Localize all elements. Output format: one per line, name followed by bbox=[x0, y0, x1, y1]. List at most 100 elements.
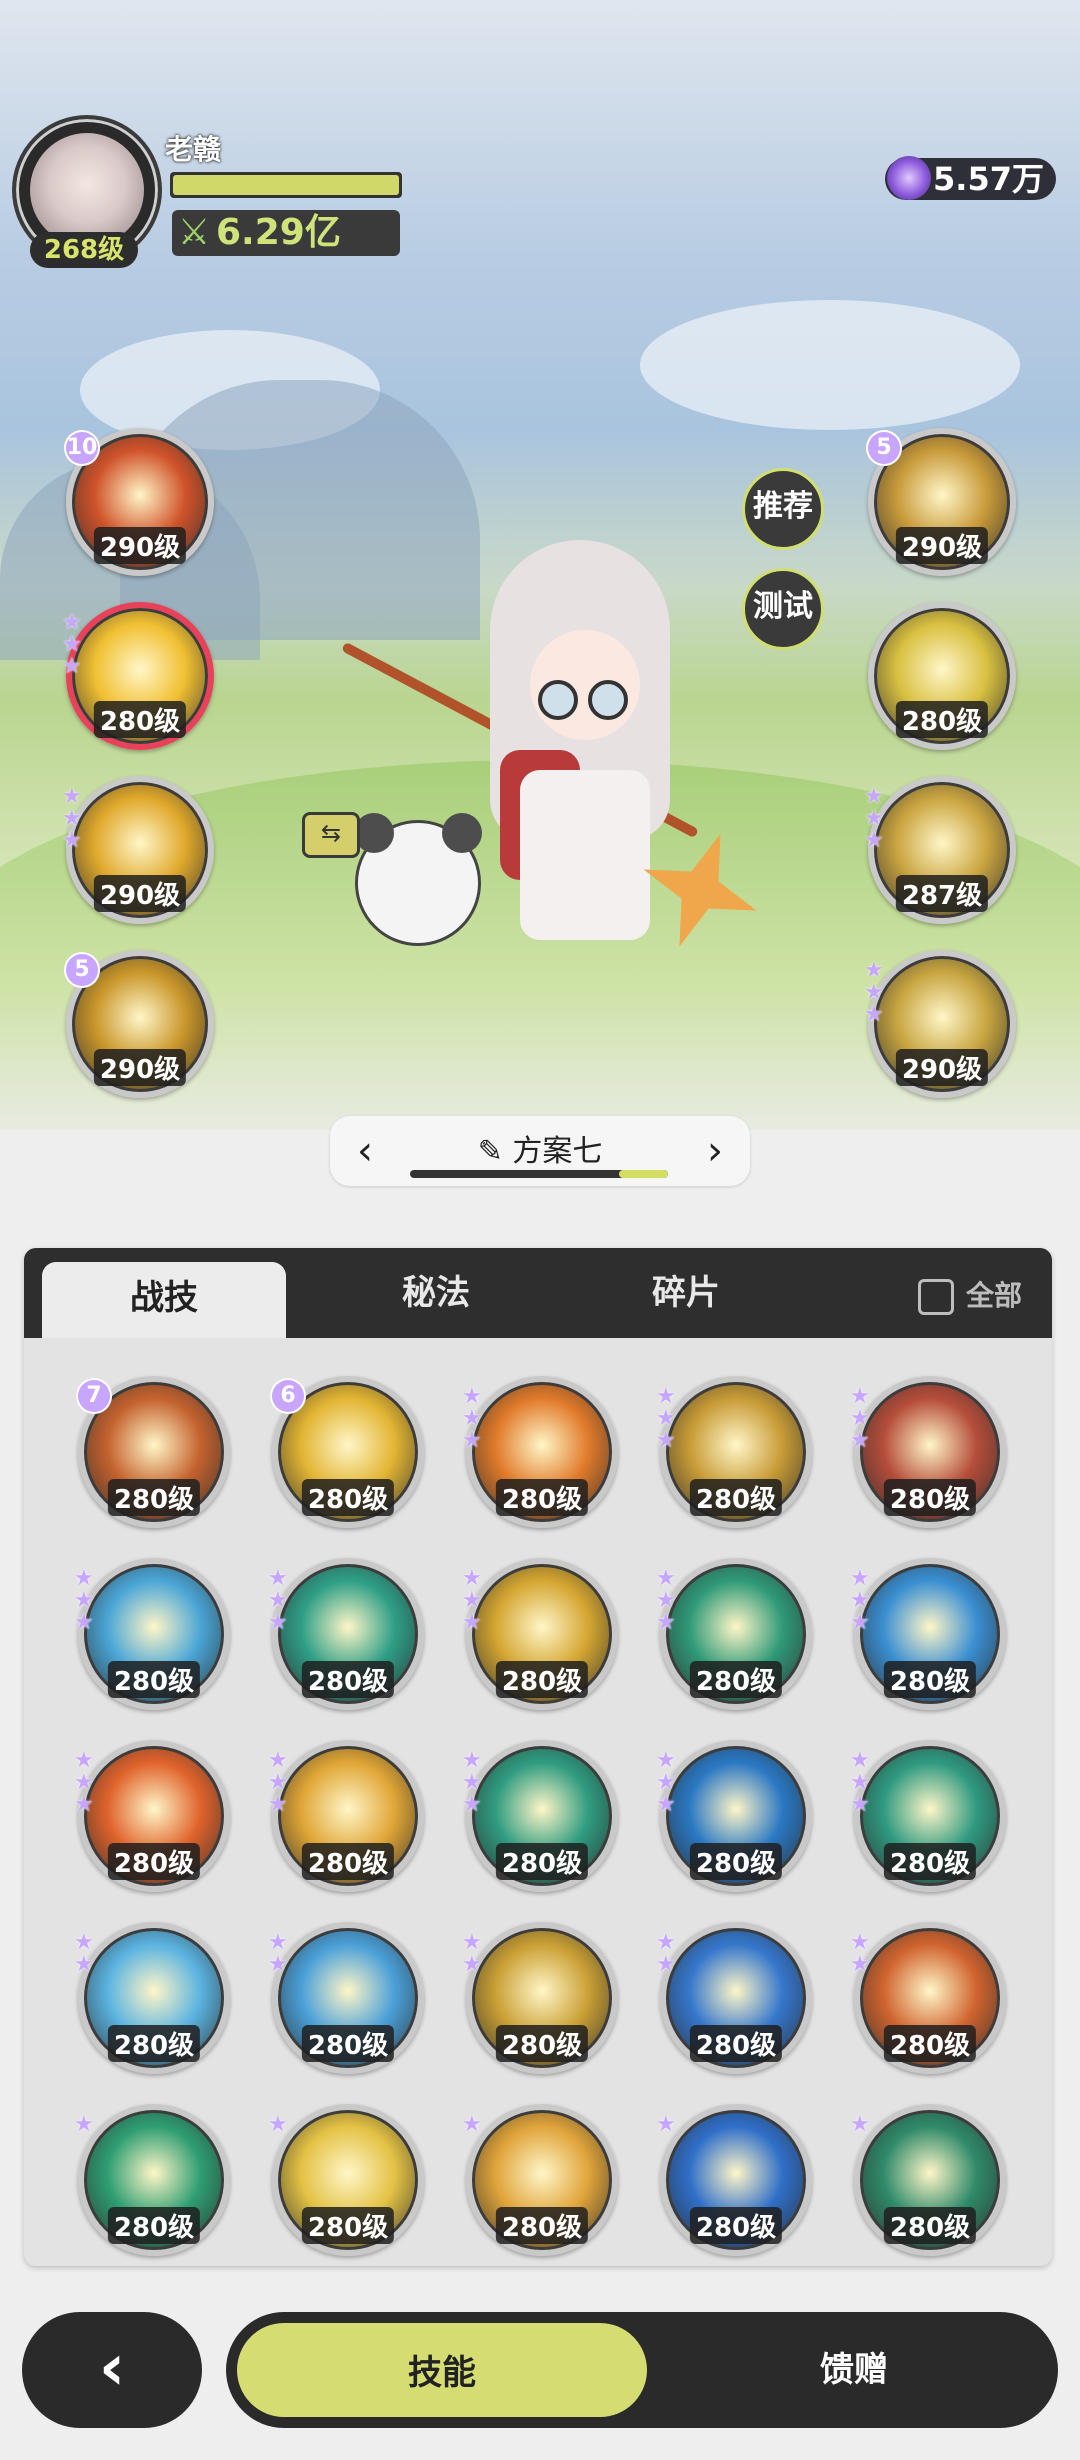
chevron-right-icon[interactable]: › bbox=[690, 1126, 740, 1176]
skill-icon[interactable]: ★ ★ 280级 bbox=[74, 1922, 230, 2074]
skill-level: 290级 bbox=[93, 1049, 187, 1086]
cloud bbox=[640, 300, 1020, 430]
back-button[interactable]: ‹ bbox=[22, 2312, 202, 2428]
checkbox-icon bbox=[917, 1279, 954, 1315]
skill-icon[interactable]: ★ 280级 bbox=[268, 2104, 424, 2256]
tab-bar: 战技 秘法 碎片 全部 bbox=[24, 1248, 1052, 1338]
skill-icon[interactable]: 10 290级 bbox=[64, 428, 214, 576]
skill-icon[interactable]: 280级 bbox=[868, 602, 1016, 750]
star-rank-icon: ★ ★ ★ bbox=[74, 1566, 94, 1635]
pet-panda[interactable] bbox=[354, 813, 482, 946]
skill-icon[interactable]: ★ ★ ★ 280级 bbox=[656, 1740, 812, 1892]
star-rank-icon: ★ bbox=[462, 2112, 482, 2137]
skill-level: 280级 bbox=[301, 1843, 395, 1880]
player-character[interactable] bbox=[470, 540, 690, 960]
skill-icon[interactable]: ★ ★ ★ 280级 bbox=[462, 1558, 618, 1710]
skill-icon[interactable]: 5 290级 bbox=[64, 950, 214, 1098]
skill-level: 280级 bbox=[107, 1661, 201, 1698]
skill-icon[interactable]: ★ ★ ★ 290级 bbox=[62, 776, 214, 924]
star-rank-icon: ★ ★ bbox=[74, 1930, 94, 1977]
skill-icon[interactable]: 5 290级 bbox=[866, 428, 1016, 576]
plan-progress-bar bbox=[410, 1170, 668, 1178]
avatar-portrait bbox=[30, 133, 144, 247]
skill-tier-badge: 10 bbox=[64, 430, 100, 466]
currency-display[interactable]: 5.57万 bbox=[885, 156, 1056, 200]
skill-level: 280级 bbox=[689, 1661, 783, 1698]
star-rank-icon: ★ ★ ★ bbox=[864, 958, 884, 1027]
skill-icon[interactable]: ★ 280级 bbox=[74, 2104, 230, 2256]
skill-level: 290级 bbox=[93, 875, 187, 912]
plan-selector: ‹ ✎ 方案七 › bbox=[330, 1116, 750, 1186]
tab-secret-arts[interactable]: 秘法 bbox=[314, 1248, 558, 1338]
nav-skills[interactable]: 技能 bbox=[234, 2320, 650, 2420]
skill-level: 280级 bbox=[883, 2207, 977, 2244]
skill-level: 280级 bbox=[495, 2025, 589, 2062]
skill-icon[interactable]: 7 280级 bbox=[76, 1376, 230, 1528]
tab-fragments[interactable]: 碎片 bbox=[564, 1248, 808, 1338]
star-rank-icon: ★ ★ ★ bbox=[268, 1566, 288, 1635]
skill-icon[interactable]: ★ ★ ★ 280级 bbox=[850, 1558, 1006, 1710]
skill-level: 280级 bbox=[301, 2207, 395, 2244]
nav-gift[interactable]: 馈赠 bbox=[650, 2320, 1058, 2420]
skill-icon[interactable]: ★ ★ 280级 bbox=[462, 1922, 618, 2074]
skill-level: 280级 bbox=[495, 1479, 589, 1516]
skill-icon[interactable]: ★ ★ 280级 bbox=[268, 1922, 424, 2074]
skill-icon[interactable]: ★ ★ ★ 280级 bbox=[850, 1376, 1006, 1528]
show-all-checkbox[interactable]: 全部 bbox=[917, 1274, 1022, 1315]
skill-level: 280级 bbox=[495, 1661, 589, 1698]
star-rank-icon: ★ ★ bbox=[656, 1930, 676, 1977]
skill-level: 290级 bbox=[895, 1049, 989, 1086]
skill-icon[interactable]: ★ ★ ★ 287级 bbox=[864, 776, 1016, 924]
skill-icon[interactable]: ★ 280级 bbox=[462, 2104, 618, 2256]
skill-icon[interactable]: ★ ★ ★ 280级 bbox=[268, 1558, 424, 1710]
plan-title[interactable]: ✎ 方案七 bbox=[330, 1126, 750, 1170]
star-rank-icon: ★ ★ ★ bbox=[850, 1384, 870, 1453]
star-rank-icon: ★ ★ ★ bbox=[656, 1748, 676, 1817]
skill-icon[interactable]: ★ ★ 280级 bbox=[656, 1922, 812, 2074]
pencil-icon: ✎ bbox=[477, 1134, 503, 1169]
star-rank-icon: ★ ★ ★ bbox=[850, 1566, 870, 1635]
swap-icon: ⇆ bbox=[320, 819, 342, 847]
gem-icon bbox=[887, 156, 932, 200]
tab-combat-skills[interactable]: 战技 bbox=[42, 1262, 286, 1338]
star-rank-icon: ★ bbox=[74, 2112, 94, 2137]
skill-icon[interactable]: ★ ★ ★ 280级 bbox=[462, 1376, 618, 1528]
skill-tier-badge: 7 bbox=[76, 1378, 112, 1414]
skill-icon[interactable]: ★ ★ ★ 290级 bbox=[864, 950, 1016, 1098]
chevron-left-icon: ‹ bbox=[98, 2331, 126, 2405]
star-rank-icon: ★ ★ bbox=[268, 1930, 288, 1977]
skill-icon[interactable]: ★ ★ ★ 280级 bbox=[656, 1376, 812, 1528]
skill-icon[interactable]: ★ ★ 280级 bbox=[850, 1922, 1006, 2074]
test-button[interactable]: 测试 bbox=[742, 568, 824, 650]
power-value: 6.29亿 bbox=[216, 212, 341, 253]
star-rank-icon: ★ ★ bbox=[850, 1930, 870, 1977]
star-rank-icon: ★ bbox=[656, 2112, 676, 2137]
skill-icon[interactable]: ★ ★ ★ 280级 bbox=[850, 1740, 1006, 1892]
skill-level: 280级 bbox=[301, 1479, 395, 1516]
skill-icon[interactable]: ★ ★ ★ 280级 bbox=[74, 1558, 230, 1710]
recommend-button[interactable]: 推荐 bbox=[742, 468, 824, 550]
star-rank-icon: ★ ★ ★ bbox=[462, 1748, 482, 1817]
skill-icon[interactable]: ★ 280级 bbox=[850, 2104, 1006, 2256]
skill-icon[interactable]: ★ ★ ★ 280级 bbox=[268, 1740, 424, 1892]
star-rank-icon: ★ ★ ★ bbox=[656, 1384, 676, 1453]
swap-pet-button[interactable]: ⇆ bbox=[302, 812, 360, 858]
skill-tier-badge: 5 bbox=[866, 430, 902, 466]
skill-icon[interactable]: ★ 280级 bbox=[656, 2104, 812, 2256]
skill-icon[interactable]: ★ ★ ★ 280级 bbox=[62, 602, 214, 750]
crossed-swords-icon: ⚔ bbox=[177, 212, 211, 253]
skill-panel: 战技 秘法 碎片 全部 7 280级 6 280级 ★ ★ ★ 280级 ★ ★ ★ 280级 ★ ★ ★ 2… bbox=[24, 1248, 1052, 2266]
star-rank-icon: ★ bbox=[268, 2112, 288, 2137]
skill-level: 280级 bbox=[107, 2207, 201, 2244]
skill-icon[interactable]: ★ ★ ★ 280级 bbox=[656, 1558, 812, 1710]
skill-tier-badge: 6 bbox=[270, 1378, 306, 1414]
skill-icon[interactable]: ★ ★ ★ 280级 bbox=[74, 1740, 230, 1892]
star-rank-icon: ★ ★ ★ bbox=[656, 1566, 676, 1635]
show-all-label: 全部 bbox=[965, 1279, 1022, 1312]
skill-icon[interactable]: 6 280级 bbox=[270, 1376, 424, 1528]
skill-level: 280级 bbox=[883, 1661, 977, 1698]
skill-icon[interactable]: ★ ★ ★ 280级 bbox=[462, 1740, 618, 1892]
skill-tier-badge: 5 bbox=[64, 952, 100, 988]
star-rank-icon: ★ ★ ★ bbox=[864, 784, 884, 853]
player-name: 老赣 bbox=[165, 133, 222, 166]
